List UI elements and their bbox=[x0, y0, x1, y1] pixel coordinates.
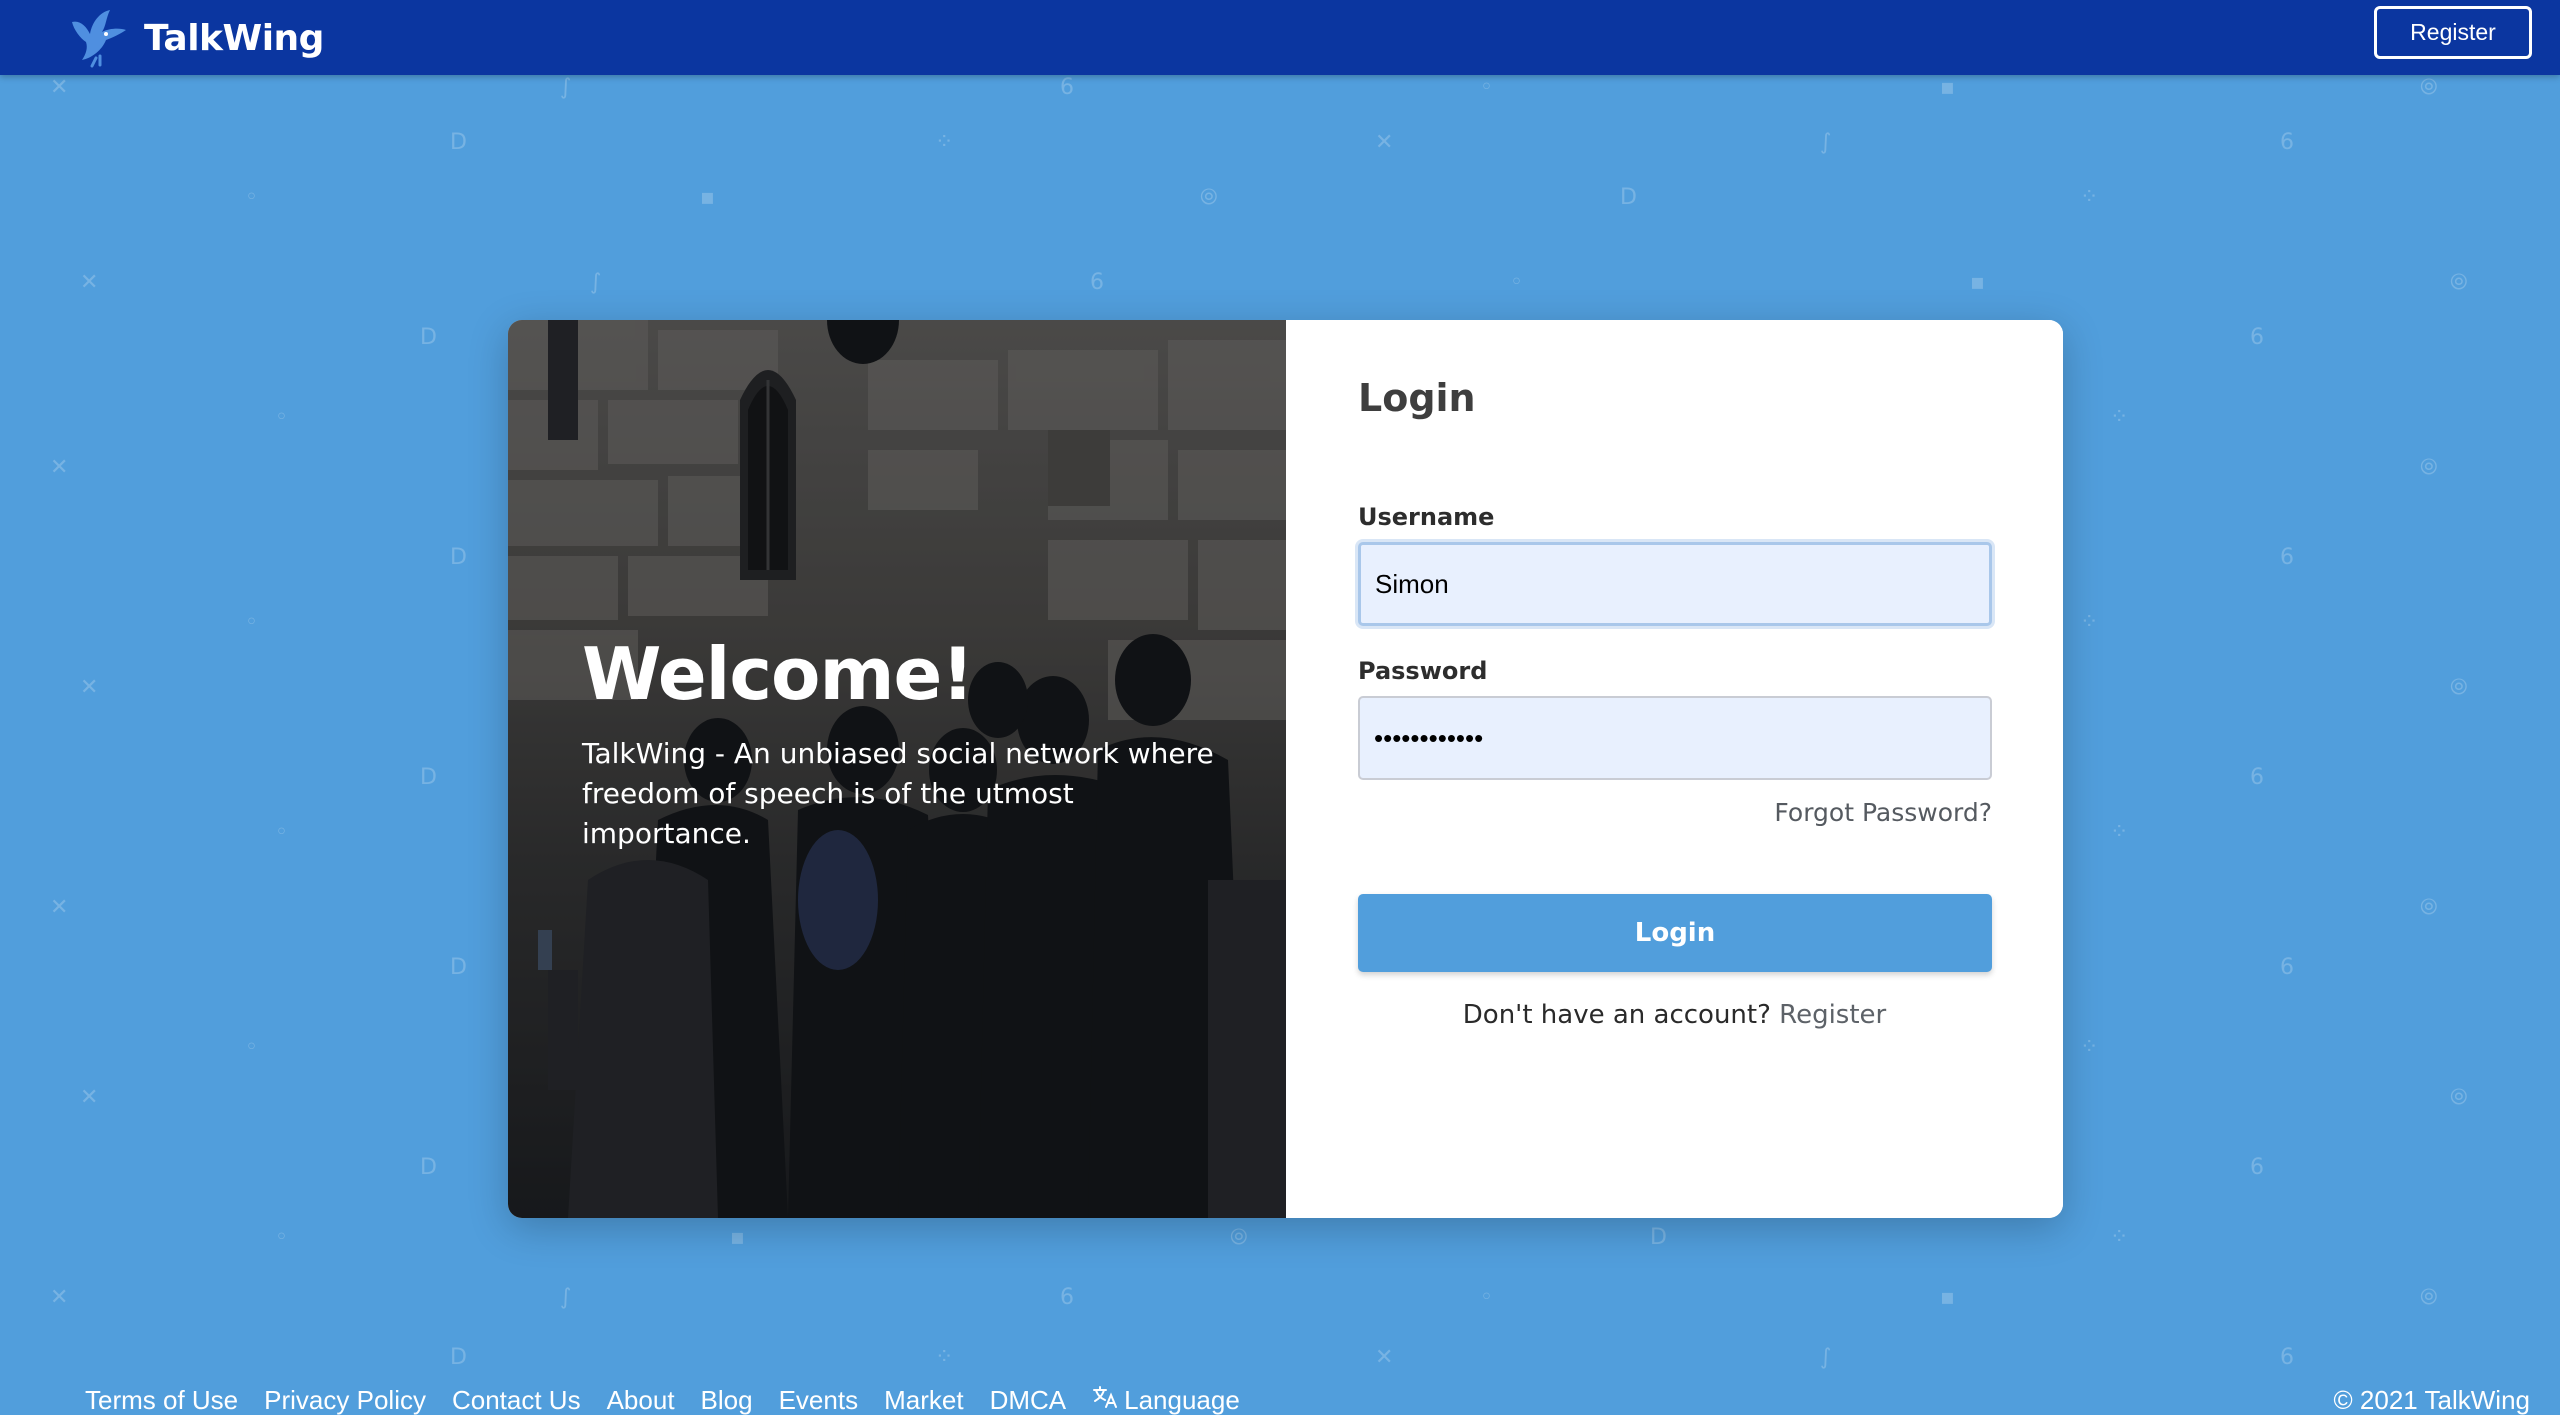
username-input[interactable] bbox=[1358, 542, 1992, 626]
background-doodle: ⦾ bbox=[2420, 895, 2438, 920]
background-doodle: ⦾ bbox=[2450, 1085, 2468, 1110]
background-doodle: ✕ bbox=[50, 895, 69, 920]
background-doodle: ✕ bbox=[50, 455, 69, 480]
background-doodle: ◦ bbox=[245, 610, 258, 635]
background-doodle: ▪ bbox=[1940, 1285, 1955, 1310]
background-doodle: ◦ bbox=[1480, 1285, 1493, 1310]
login-card: Welcome! TalkWing - An unbiased social n… bbox=[508, 320, 2063, 1218]
hero-title: Welcome! bbox=[582, 632, 974, 716]
background-doodle: 6 bbox=[2250, 1155, 2264, 1180]
background-doodle: ⁘ bbox=[2080, 610, 2099, 635]
footer-link-events[interactable]: Events bbox=[779, 1385, 859, 1415]
background-doodle: ⁘ bbox=[2080, 1035, 2099, 1060]
background-doodle: 6 bbox=[1090, 270, 1104, 295]
background-doodle: 6 bbox=[1060, 75, 1074, 100]
background-doodle: ⁘ bbox=[2080, 185, 2099, 210]
forgot-password-link[interactable]: Forgot Password? bbox=[1774, 798, 1992, 827]
background-doodle: ✕ bbox=[1375, 130, 1394, 155]
background-doodle: ◦ bbox=[1480, 75, 1493, 100]
background-doodle: ⦾ bbox=[2420, 75, 2438, 100]
background-doodle: ◦ bbox=[1510, 270, 1523, 295]
background-doodle: ∫ bbox=[1820, 1345, 1832, 1370]
background-doodle: D bbox=[450, 545, 467, 570]
background-doodle: D bbox=[450, 1345, 467, 1370]
background-doodle: ▪ bbox=[700, 185, 715, 210]
form-title: Login bbox=[1358, 376, 1476, 420]
background-doodle: ◦ bbox=[275, 405, 288, 430]
hero-subtitle: TalkWing - An unbiased social network wh… bbox=[582, 737, 1214, 850]
footer-link-contact[interactable]: Contact Us bbox=[452, 1385, 581, 1415]
background-doodle: ∫ bbox=[560, 75, 572, 100]
background-doodle: 6 bbox=[2250, 325, 2264, 350]
brand-logo-link[interactable]: TalkWing bbox=[66, 8, 324, 68]
background-doodle: 6 bbox=[2280, 1345, 2294, 1370]
background-doodle: ∫ bbox=[590, 270, 602, 295]
background-doodle: ✕ bbox=[80, 675, 99, 700]
background-doodle: ◦ bbox=[245, 1035, 258, 1060]
background-doodle: D bbox=[420, 325, 437, 350]
background-doodle: 6 bbox=[2280, 130, 2294, 155]
footer-link-privacy[interactable]: Privacy Policy bbox=[264, 1385, 426, 1415]
background-doodle: ✕ bbox=[50, 75, 69, 100]
language-selector[interactable]: Language bbox=[1092, 1385, 1240, 1415]
background-doodle: ∫ bbox=[1820, 130, 1832, 155]
translate-icon bbox=[1092, 1385, 1118, 1415]
background-doodle: ▪ bbox=[730, 1225, 745, 1250]
hero-text-block: Welcome! TalkWing - An unbiased social n… bbox=[582, 632, 1242, 854]
background-doodle: ◦ bbox=[275, 1225, 288, 1250]
footer-link-about[interactable]: About bbox=[607, 1385, 675, 1415]
background-doodle: ⁘ bbox=[2110, 820, 2129, 845]
background-doodle: ⦾ bbox=[1200, 185, 1218, 210]
footer-link-market[interactable]: Market bbox=[884, 1385, 963, 1415]
background-doodle: ⁘ bbox=[935, 130, 954, 155]
background-doodle: ✕ bbox=[1375, 1345, 1394, 1370]
footer-link-blog[interactable]: Blog bbox=[701, 1385, 753, 1415]
background-doodle: ⁘ bbox=[2110, 405, 2129, 430]
background-doodle: 6 bbox=[1060, 1285, 1074, 1310]
background-doodle: D bbox=[420, 765, 437, 790]
background-doodle: ⦾ bbox=[2450, 270, 2468, 295]
background-doodle: 6 bbox=[2280, 955, 2294, 980]
footer-link-dmca[interactable]: DMCA bbox=[990, 1385, 1067, 1415]
background-doodle: ⁘ bbox=[2110, 1225, 2129, 1250]
register-button[interactable]: Register bbox=[2374, 6, 2532, 59]
password-input[interactable] bbox=[1358, 696, 1992, 780]
background-doodle: ⦾ bbox=[1230, 1225, 1248, 1250]
password-label: Password bbox=[1358, 657, 1488, 685]
background-doodle: ⁘ bbox=[935, 1345, 954, 1370]
background-doodle: D bbox=[1620, 185, 1637, 210]
background-doodle: D bbox=[450, 955, 467, 980]
register-link[interactable]: Register bbox=[1779, 1000, 1886, 1030]
username-label: Username bbox=[1358, 503, 1495, 531]
hero-panel: Welcome! TalkWing - An unbiased social n… bbox=[508, 320, 1286, 1218]
background-doodle: D bbox=[1650, 1225, 1667, 1250]
background-doodle: ✕ bbox=[50, 1285, 69, 1310]
login-form-panel: Login Username Password Forgot Password?… bbox=[1286, 320, 2063, 1218]
background-doodle: 6 bbox=[2280, 545, 2294, 570]
background-doodle: ▪ bbox=[1940, 75, 1955, 100]
language-label: Language bbox=[1124, 1385, 1240, 1415]
background-doodle: D bbox=[450, 130, 467, 155]
background-doodle: ◦ bbox=[275, 820, 288, 845]
background-doodle: ⦾ bbox=[2420, 1285, 2438, 1310]
top-navbar: TalkWing Register bbox=[0, 0, 2560, 75]
background-doodle: ⦾ bbox=[2450, 675, 2468, 700]
register-prompt: Don't have an account? Register bbox=[1286, 1000, 2063, 1030]
no-account-text: Don't have an account? bbox=[1462, 1000, 1771, 1030]
background-doodle: ▪ bbox=[1970, 270, 1985, 295]
background-doodle: ✕ bbox=[80, 270, 99, 295]
login-button[interactable]: Login bbox=[1358, 894, 1992, 972]
brand-name: TalkWing bbox=[144, 17, 324, 59]
background-doodle: 6 bbox=[2250, 765, 2264, 790]
background-doodle: ∫ bbox=[560, 1285, 572, 1310]
footer-links: Terms of Use Privacy Policy Contact Us A… bbox=[85, 1385, 1240, 1415]
background-doodle: D bbox=[420, 1155, 437, 1180]
dove-icon bbox=[66, 8, 130, 68]
copyright: © 2021 TalkWing bbox=[2333, 1385, 2530, 1415]
background-doodle: ✕ bbox=[80, 1085, 99, 1110]
background-doodle: ◦ bbox=[245, 185, 258, 210]
background-doodle: ⦾ bbox=[2420, 455, 2438, 480]
footer-link-terms[interactable]: Terms of Use bbox=[85, 1385, 238, 1415]
